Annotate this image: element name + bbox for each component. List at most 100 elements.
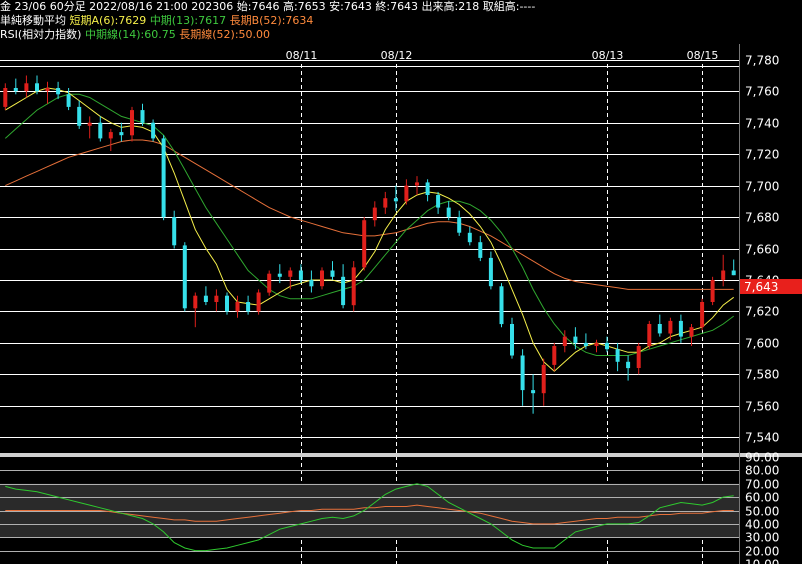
- rsi-tick-label: 80.00: [745, 464, 779, 478]
- rsi-mid-label: 中期線(14):60.75: [84, 28, 176, 41]
- candle-body: [277, 273, 282, 277]
- candle-body: [594, 342, 599, 346]
- candle-body: [425, 182, 430, 195]
- rsi-tick-label: 50.00: [745, 505, 779, 519]
- candle-body: [77, 106, 82, 126]
- candle-body: [3, 88, 8, 107]
- rsi-tick-label: 40.00: [745, 518, 779, 532]
- candle-body: [35, 83, 39, 92]
- candle-body: [520, 355, 525, 391]
- ma-mid-label: 中期(13):7617: [149, 14, 227, 27]
- candle-body: [647, 324, 652, 346]
- candle-body: [446, 207, 451, 217]
- candle-body: [510, 324, 514, 356]
- candle-body: [467, 232, 472, 243]
- rsi-tick-label: 70.00: [745, 478, 779, 492]
- rsi-tick-label: 30.00: [745, 531, 779, 545]
- candle-body: [288, 270, 293, 277]
- candle-body: [203, 295, 208, 302]
- price-tick-label: 7,680: [745, 211, 779, 225]
- rsi-title: RSI(相対力指数): [0, 28, 82, 41]
- date-tick-label: 08/12: [381, 49, 413, 62]
- candle-body: [130, 110, 134, 136]
- candle-body: [98, 122, 103, 139]
- candle-body: [583, 342, 588, 346]
- ma-legend: 単純移動平均 短期A(6):7629 中期(13):7617 長期B(52):7…: [0, 14, 313, 28]
- candle-body: [700, 302, 705, 328]
- candle-body: [341, 276, 346, 306]
- date-tick-label: 08/11: [286, 49, 318, 62]
- price-tick-label: 7,660: [745, 243, 779, 257]
- rsi-axis: 90.0080.0070.0060.0050.0040.0030.0020.00…: [745, 451, 779, 564]
- candle-body: [140, 110, 145, 123]
- price-tick-label: 7,780: [745, 54, 779, 68]
- candle-body: [256, 292, 261, 312]
- candle-body: [689, 327, 694, 337]
- candle-body: [351, 267, 356, 306]
- rsi-tick-label: 20.00: [745, 545, 779, 559]
- candle-body: [320, 270, 324, 287]
- candle-body: [499, 286, 504, 325]
- chart-canvas: 08/1108/1208/1308/1508/16 7,7807,7607,74…: [0, 0, 802, 564]
- candle-body: [552, 346, 557, 365]
- candle-body: [87, 122, 92, 126]
- candle-body: [531, 390, 536, 394]
- candle-body: [668, 320, 673, 334]
- price-tick-label: 7,620: [745, 305, 779, 319]
- price-tick-label: 7,600: [745, 337, 779, 351]
- candle-body: [66, 94, 71, 107]
- candle-body: [404, 185, 409, 202]
- price-tick-label: 7,580: [745, 368, 779, 382]
- candle-body: [573, 336, 578, 343]
- candle-body: [214, 295, 219, 302]
- candle-body: [562, 336, 567, 346]
- candle-body: [615, 349, 620, 362]
- candle-body: [731, 270, 736, 276]
- candle-body: [246, 302, 251, 312]
- price-tick-label: 7,700: [745, 180, 779, 194]
- candle-body: [193, 295, 198, 309]
- candle-body: [436, 195, 441, 208]
- price-tick-label: 7,560: [745, 400, 779, 414]
- candle-body: [457, 217, 462, 233]
- candle-body: [605, 342, 609, 350]
- candle-body: [309, 280, 314, 287]
- candle-body: [267, 273, 272, 293]
- candle-body: [108, 132, 113, 139]
- rsi-long-label: 長期線(52):50.00: [179, 28, 271, 41]
- candle-body: [225, 295, 229, 312]
- candle-body: [488, 257, 493, 287]
- date-tick-label: 08/13: [592, 49, 624, 62]
- candle-body: [151, 122, 156, 139]
- candle-body: [172, 217, 177, 246]
- candle-body: [24, 83, 29, 92]
- candle-body: [372, 207, 377, 221]
- last-price-tag-text: 7,643: [744, 280, 778, 294]
- candle-body: [657, 324, 662, 334]
- ma-long-label: 長期B(52):7634: [229, 14, 314, 27]
- ma-title: 単純移動平均: [0, 14, 66, 27]
- instrument-info: 金 23/06 60分足 2022/08/16 21:00 202306 始:7…: [0, 0, 536, 13]
- candle-body: [235, 302, 240, 312]
- price-tick-label: 7,740: [745, 117, 779, 131]
- candle-body: [45, 88, 50, 92]
- candle-body: [383, 198, 388, 208]
- date-tick-label: 08/15: [687, 49, 719, 62]
- price-tick-label: 7,760: [745, 85, 779, 99]
- ma-short-label: 短期A(6):7629: [69, 14, 147, 27]
- candle-body: [13, 88, 18, 92]
- candle-body: [478, 242, 483, 258]
- candle-body: [298, 270, 303, 280]
- candle-body: [182, 245, 187, 309]
- candle-body: [721, 270, 726, 280]
- last-price-tag: 7,643: [740, 279, 802, 294]
- candle-body: [541, 364, 546, 394]
- candle-body: [362, 220, 367, 268]
- candle-body: [56, 88, 61, 95]
- rsi-tick-label: 90.00: [745, 451, 779, 465]
- chart-header: 金 23/06 60分足 2022/08/16 21:00 202306 始:7…: [0, 0, 802, 44]
- panel-separator[interactable]: [0, 453, 802, 457]
- price-tick-label: 7,540: [745, 431, 779, 445]
- price-tick-label: 7,720: [745, 148, 779, 162]
- rsi-tick-label: 60.00: [745, 491, 779, 505]
